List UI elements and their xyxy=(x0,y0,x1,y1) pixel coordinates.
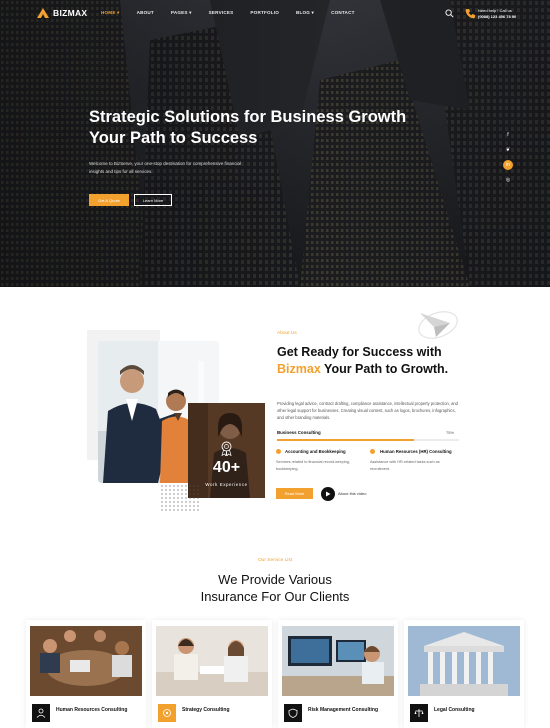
about-title-start: Get Ready for Success with xyxy=(277,345,442,359)
menu-item-blog[interactable]: BLOG ▾ xyxy=(296,10,314,16)
services-title: We Provide Various Insurance For Our Cli… xyxy=(0,571,550,605)
play-icon xyxy=(326,491,331,497)
read-more-button[interactable]: Read More xyxy=(276,488,313,499)
menu-item-services[interactable]: SERVICES xyxy=(209,10,234,16)
service-image-risk xyxy=(282,626,394,696)
about-subtitle: About Us xyxy=(277,331,297,336)
facebook-icon[interactable]: f xyxy=(503,130,513,140)
menu-item-home[interactable]: HOME ▾ xyxy=(101,10,120,16)
about-title-end: Your Path to Growth. xyxy=(320,361,449,376)
progress-percent: 75% xyxy=(446,430,455,435)
feature-title: Human Resources (HR) Consulting xyxy=(380,449,452,454)
top-navigation: BIZMAX HOME ▾ ABOUT PAGES ▾ SERVICES POR… xyxy=(0,0,550,28)
feature-description: Services related to financial record-kee… xyxy=(276,460,350,471)
feature-bullet-icon xyxy=(370,449,375,454)
feature-description: Assistance with HR-related tasks such as… xyxy=(370,460,440,471)
service-card-title: Strategy Consulting xyxy=(182,707,230,713)
play-video-button[interactable] xyxy=(321,487,335,501)
legal-icon xyxy=(410,704,428,722)
strategy-icon xyxy=(158,704,176,722)
risk-icon xyxy=(284,704,302,722)
award-icon xyxy=(221,441,232,456)
feature-bullet-icon xyxy=(276,449,281,454)
service-card-risk[interactable]: Risk Management Consulting xyxy=(278,620,398,728)
service-image-strategy xyxy=(156,626,268,696)
feature-title: Accounting and Bookkeeping xyxy=(285,449,346,454)
search-icon[interactable] xyxy=(445,9,454,18)
about-title: Get Ready for Success with Bizmax Your P… xyxy=(277,344,477,377)
menu-item-about[interactable]: ABOUT xyxy=(137,10,154,16)
service-card-legal[interactable]: Legal Consulting xyxy=(404,620,524,728)
linkedin-icon[interactable]: in xyxy=(503,160,513,170)
progress-fill xyxy=(277,439,414,441)
service-card-title: Legal Consulting xyxy=(434,707,475,713)
instagram-icon[interactable]: ◎ xyxy=(503,175,513,185)
menu-item-contact[interactable]: CONTACT xyxy=(331,10,355,16)
service-card-title: Risk Management Consulting xyxy=(308,707,379,713)
get-quote-button[interactable]: Get A Quote xyxy=(89,194,129,206)
dot-pattern-decoration xyxy=(161,485,199,511)
menu-item-pages[interactable]: PAGES ▾ xyxy=(171,10,192,16)
services-title-line2: Insurance For Our Clients xyxy=(200,589,350,604)
menu-item-portfolio[interactable]: PORTFOLIO xyxy=(250,10,279,16)
paper-plane-icon xyxy=(418,311,458,339)
service-image-hr xyxy=(30,626,142,696)
hr-icon xyxy=(32,704,50,722)
brand-name: BIZMAX xyxy=(53,8,88,18)
phone-icon xyxy=(465,9,475,19)
hero-description: Welcome to BizServe, your one-stop desti… xyxy=(89,161,241,174)
play-video-label[interactable]: About this video xyxy=(338,491,366,496)
about-description: Providing legal advice, contract draftin… xyxy=(277,401,458,420)
pinterest-icon[interactable]: ❦ xyxy=(503,145,513,155)
service-card-strategy[interactable]: Strategy Consulting xyxy=(152,620,272,728)
services-subtitle: Our Service List xyxy=(257,558,293,563)
brand-logo[interactable]: BIZMAX xyxy=(37,8,87,18)
progress-track xyxy=(277,439,459,441)
service-card-hr[interactable]: Human Resources Consulting xyxy=(26,620,146,728)
learn-more-button[interactable]: Learn More xyxy=(134,194,172,206)
services-title-line1: We Provide Various xyxy=(218,572,332,587)
call-title: Need help? Call us xyxy=(478,8,512,13)
service-image-legal xyxy=(408,626,520,696)
service-card-title: Human Resources Consulting xyxy=(56,707,128,713)
experience-number: 40+ xyxy=(212,459,241,476)
hero-section: BIZMAX HOME ▾ ABOUT PAGES ▾ SERVICES POR… xyxy=(0,0,550,287)
call-number[interactable]: (0088) 123 456 78 90 xyxy=(478,14,516,19)
main-menu: HOME ▾ ABOUT PAGES ▾ SERVICES PORTFOLIO … xyxy=(101,10,355,16)
logo-mark-icon xyxy=(37,8,49,18)
hero-title: Strategic Solutions for Business Growth … xyxy=(89,108,407,147)
about-title-highlight: Bizmax xyxy=(277,361,321,376)
progress-label: Business Consulting xyxy=(277,430,321,435)
